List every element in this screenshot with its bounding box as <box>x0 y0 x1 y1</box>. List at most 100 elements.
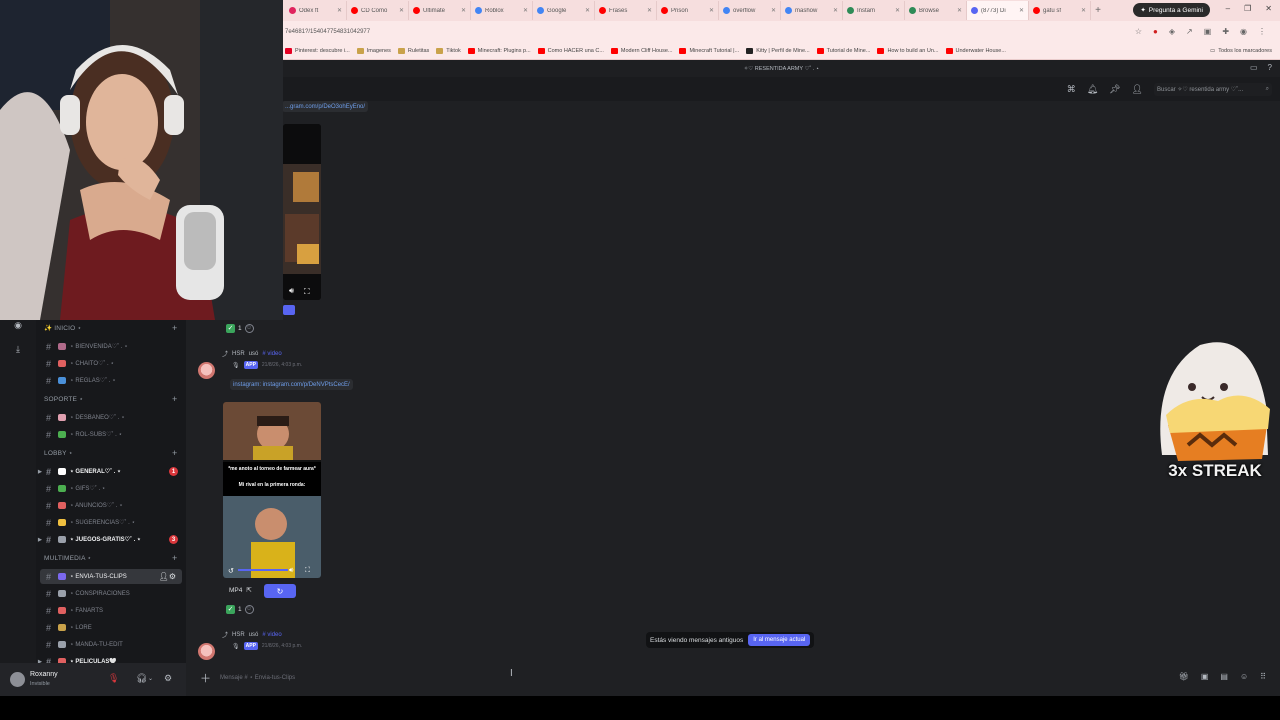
close-tab-icon[interactable]: ✕ <box>957 7 962 14</box>
sidebar-channel[interactable]: # ⋆ FANARTS <box>40 603 182 618</box>
chevron-down-icon[interactable]: ⌄ <box>148 675 153 682</box>
bookmark-item[interactable]: Imagenes <box>356 47 391 54</box>
channel-category[interactable]: SOPORTE ⋆ + <box>44 394 177 404</box>
volume-icon[interactable]: 🔊︎ <box>289 286 294 296</box>
add-channel-icon[interactable]: + <box>172 448 177 458</box>
bookmark-item[interactable]: Como HACER una C... <box>537 47 604 54</box>
sidebar-channel[interactable]: # ⋆ ENVIA-TUS-CLIPS 👤︎⚙ <box>40 569 182 584</box>
menu-icon[interactable]: ⋮ <box>1258 27 1266 36</box>
sidebar-channel[interactable]: ▶ # ⋆ JUEGOS-GRATIS♡˚ . ⋆ 3 <box>38 532 182 547</box>
browser-tab[interactable]: overflow ✕ <box>719 1 781 20</box>
add-channel-icon[interactable]: + <box>172 323 177 333</box>
mute-icon[interactable]: 🎙︎ <box>108 673 119 684</box>
star-icon[interactable]: ☆ <box>1135 27 1142 36</box>
channel-category[interactable]: MULTIMEDIA ⋆ + <box>44 553 177 563</box>
sidebar-channel[interactable]: # ⋆ DESBANEO♡˚ . ⋆ <box>40 410 182 425</box>
all-bookmarks[interactable]: ▭ Todos los marcadores <box>1210 48 1272 54</box>
sidebar-channel[interactable]: # ⋆ CHAITO♡˚ . ⋆ <box>40 356 182 371</box>
apps-icon[interactable]: ⠿ <box>1260 672 1266 681</box>
sidebar-channel[interactable]: # ⋆ REGLAS♡˚ . ⋆ <box>40 373 182 388</box>
help-icon[interactable]: ? <box>1268 63 1272 72</box>
close-tab-icon[interactable]: ✕ <box>895 7 900 14</box>
bookmark-item[interactable]: Tutorial de Mine... <box>816 47 870 54</box>
search-input[interactable]: Buscar ✧♡ resentida army ♡˚... ⌕ <box>1154 82 1272 96</box>
browser-tab[interactable]: Odex ft ✕ <box>285 1 347 20</box>
avatar[interactable] <box>198 362 215 379</box>
gif-icon[interactable]: ▣ <box>1201 672 1209 681</box>
command-link[interactable]: # video <box>262 632 281 638</box>
progress-bar[interactable] <box>238 569 288 571</box>
arrow-icon[interactable]: ↗ <box>1186 27 1193 36</box>
sidebar-channel[interactable]: # ⋆ BIENVENIDA♡˚ . ⋆ <box>40 339 182 354</box>
gift-icon[interactable]: 🎁︎ <box>1179 672 1189 681</box>
volume-icon[interactable]: 🔊︎ <box>289 567 293 575</box>
close-tab-icon[interactable]: ✕ <box>523 7 528 14</box>
avatar[interactable] <box>10 672 25 687</box>
browser-tab[interactable]: Ultimate ✕ <box>409 1 471 20</box>
gemini-button[interactable]: ✦ Pregunta a Gemini <box>1133 3 1210 17</box>
sidebar-channel[interactable]: # ⋆ GIFS♡˚ . ⋆ <box>40 481 182 496</box>
close-tab-icon[interactable]: ✕ <box>399 7 404 14</box>
minimize-button[interactable]: – <box>1226 4 1230 13</box>
pin-icon[interactable]: 📌︎ <box>1109 84 1120 95</box>
close-tab-icon[interactable]: ✕ <box>709 7 714 14</box>
channel-settings-icon[interactable]: 👤︎⚙ <box>159 572 176 581</box>
browser-tab[interactable]: Prison ✕ <box>657 1 719 20</box>
sidebar-channel[interactable]: # ⋆ LORE <box>40 620 182 635</box>
video-embed[interactable]: 🔊︎ ⛶ <box>283 124 321 300</box>
maximize-button[interactable]: ❐ <box>1244 4 1251 13</box>
url-field[interactable]: 7e4681?/154047754831042977 <box>285 29 1135 35</box>
bookmark-item[interactable]: Ruletitas <box>397 47 429 54</box>
close-tab-icon[interactable]: ✕ <box>585 7 590 14</box>
puzzle-icon[interactable]: ✚ <box>1222 27 1229 36</box>
browser-tab[interactable]: Roblox ✕ <box>471 1 533 20</box>
close-window-button[interactable]: ✕ <box>1265 4 1272 13</box>
avatar[interactable] <box>198 643 215 660</box>
browser-tab[interactable]: mashow ✕ <box>781 1 843 20</box>
external-link-icon[interactable]: ⇱ <box>246 586 251 594</box>
add-channel-icon[interactable]: + <box>172 394 177 404</box>
bookmark-item[interactable]: Tiktok <box>436 47 461 54</box>
opera-icon[interactable]: ● <box>1153 27 1158 36</box>
bookmark-item[interactable]: Minecraft: Plugins p... <box>467 47 531 54</box>
bookmark-item[interactable]: Pinterest: descubre i... <box>285 47 350 54</box>
sidebar-channel[interactable]: # ⋆ ROL-SUBS♡˚ . ⋆ <box>40 427 182 442</box>
new-tab-button[interactable]: + <box>1091 5 1105 16</box>
browser-tab[interactable]: gatu sf ✕ <box>1029 1 1091 20</box>
browser-tab[interactable]: Instam ✕ <box>843 1 905 20</box>
close-tab-icon[interactable]: ✕ <box>833 7 838 14</box>
headphones-icon[interactable]: 🎧︎ <box>136 673 147 684</box>
extension-icon[interactable]: ◈ <box>1169 27 1175 36</box>
sidebar-channel[interactable]: ▶ # ⋆ GENERAL♡˚ . ⋆ 1 <box>38 464 182 479</box>
download-icon[interactable]: ⤓ <box>11 342 25 356</box>
add-reaction-icon[interactable]: ☺ <box>244 323 254 333</box>
video-embed[interactable]: *me anoto al torneo de farmear aura* Mi … <box>223 402 321 578</box>
close-tab-icon[interactable]: ✕ <box>647 7 652 14</box>
check-icon[interactable]: ✓ <box>226 604 235 614</box>
fullscreen-icon[interactable]: ⛶ <box>305 567 310 575</box>
browser-tab[interactable]: Browse ✕ <box>905 1 967 20</box>
replay-icon[interactable]: ↺ <box>228 567 234 575</box>
channel-category[interactable]: LOBBY ⋆ + <box>44 448 177 458</box>
add-reaction-icon[interactable]: ☺ <box>244 604 254 614</box>
bookmark-item[interactable]: Modern Cliff House... <box>610 47 672 54</box>
command-link[interactable]: # video <box>262 351 281 357</box>
profile-icon[interactable]: ◉ <box>1240 27 1247 36</box>
message-link[interactable]: ...gram.com/p/DeO3ohEyEno/ <box>282 101 369 112</box>
discord-icon[interactable]: ◉ <box>11 318 25 332</box>
close-tab-icon[interactable]: ✕ <box>1081 7 1086 14</box>
add-attachment-icon[interactable]: ＋ <box>200 670 211 686</box>
extension-icon[interactable]: ▣ <box>1204 27 1212 36</box>
sidebar-channel[interactable]: # ⋆ CONSPIRACIONES <box>40 586 182 601</box>
bookmark-item[interactable]: Kitty | Perfil de Mine... <box>746 47 810 54</box>
emoji-icon[interactable]: ☺ <box>1240 672 1248 681</box>
browser-tab[interactable]: (8773) Di ✕ <box>967 1 1029 20</box>
add-channel-icon[interactable]: + <box>172 553 177 563</box>
browser-tab[interactable]: Google ✕ <box>533 1 595 20</box>
message-input[interactable] <box>220 672 820 683</box>
author-name[interactable]: HSR <box>232 351 245 357</box>
refresh-button[interactable] <box>283 305 295 315</box>
message-link[interactable]: instagram: instagram.com/p/DeNVPtsCecE/ <box>230 379 353 390</box>
sidebar-channel[interactable]: # ⋆ MANDA-TU-EDIT <box>40 637 182 652</box>
author-name[interactable]: HSR <box>232 632 245 638</box>
